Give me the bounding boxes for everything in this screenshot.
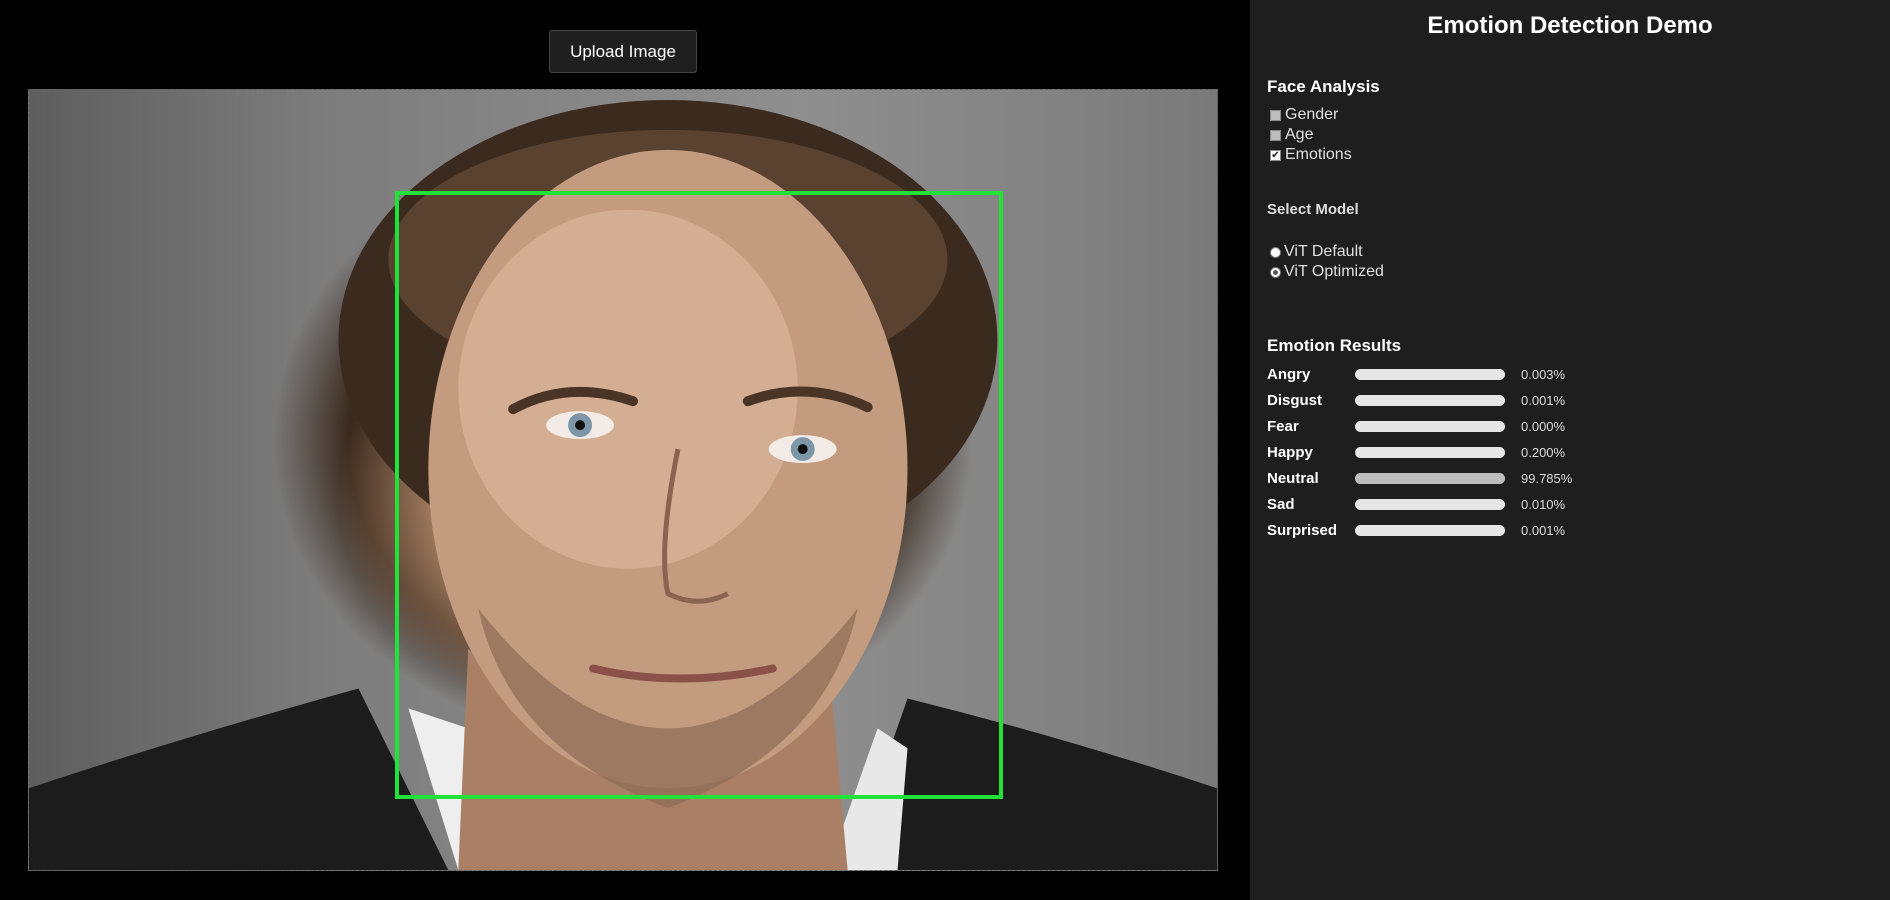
emotions-checkbox-row[interactable]: ✔ Emotions <box>1270 146 1352 164</box>
vit-default-radio[interactable] <box>1270 246 1281 258</box>
emotions-checkbox[interactable]: ✔ <box>1270 149 1281 161</box>
emotion-name: Fear <box>1267 417 1299 435</box>
emotion-name: Surprised <box>1267 521 1338 539</box>
emotion-bar-fill <box>1355 472 1505 484</box>
age-checkbox[interactable] <box>1270 129 1281 141</box>
select-model-heading: Select Model <box>1267 201 1359 218</box>
emotion-bar <box>1355 498 1505 510</box>
emotions-label: Emotions <box>1285 146 1352 163</box>
emotion-bar <box>1355 420 1505 432</box>
main-panel: Upload Image <box>0 0 1250 900</box>
image-preview <box>28 89 1218 871</box>
age-label: Age <box>1285 126 1314 143</box>
emotion-row-sad: Sad 0.010% <box>1267 492 1565 516</box>
emotion-bar <box>1355 446 1505 458</box>
emotion-value: 0.003% <box>1521 366 1566 382</box>
vit-default-radio-row[interactable]: ViT Default <box>1270 243 1363 261</box>
emotion-name: Neutral <box>1267 469 1319 487</box>
vit-optimized-radio-row[interactable]: ViT Optimized <box>1270 263 1384 281</box>
face-analysis-heading: Face Analysis <box>1267 77 1380 96</box>
vit-default-label: ViT Default <box>1284 243 1363 260</box>
emotion-row-angry: Angry 0.003% <box>1267 362 1565 386</box>
vit-optimized-label: ViT Optimized <box>1284 263 1384 280</box>
emotion-bar <box>1355 524 1505 536</box>
emotion-row-fear: Fear 0.000% <box>1267 414 1565 438</box>
emotion-row-happy: Happy 0.200% <box>1267 440 1565 464</box>
emotion-bar <box>1355 394 1505 406</box>
vit-optimized-radio[interactable] <box>1270 266 1281 278</box>
app-title: Emotion Detection Demo <box>1427 12 1713 39</box>
emotion-name: Sad <box>1267 495 1295 513</box>
emotion-name: Angry <box>1267 365 1311 383</box>
emotion-name: Happy <box>1267 443 1313 461</box>
gender-checkbox-row[interactable]: Gender <box>1270 106 1338 124</box>
face-bounding-box <box>395 191 1003 799</box>
emotion-value: 99.785% <box>1521 470 1573 486</box>
emotion-value: 0.010% <box>1521 496 1566 512</box>
emotion-value: 0.001% <box>1521 522 1566 538</box>
upload-image-button[interactable]: Upload Image <box>549 30 697 73</box>
emotion-value: 0.000% <box>1521 418 1566 434</box>
emotion-value: 0.200% <box>1521 444 1566 460</box>
gender-label: Gender <box>1285 106 1339 123</box>
sidebar: Emotion Detection Demo Face Analysis Gen… <box>1250 0 1890 900</box>
gender-checkbox[interactable] <box>1270 109 1281 121</box>
emotion-name: Disgust <box>1267 391 1323 409</box>
emotion-value: 0.001% <box>1521 392 1566 408</box>
emotion-row-surprised: Surprised 0.001% <box>1267 518 1565 542</box>
emotion-row-neutral: Neutral 99.785% <box>1267 466 1572 490</box>
emotion-row-disgust: Disgust 0.001% <box>1267 388 1565 412</box>
emotion-bar <box>1355 472 1505 484</box>
emotion-bar <box>1355 368 1505 380</box>
emotion-results-heading: Emotion Results <box>1267 336 1402 355</box>
age-checkbox-row[interactable]: Age <box>1270 126 1313 144</box>
